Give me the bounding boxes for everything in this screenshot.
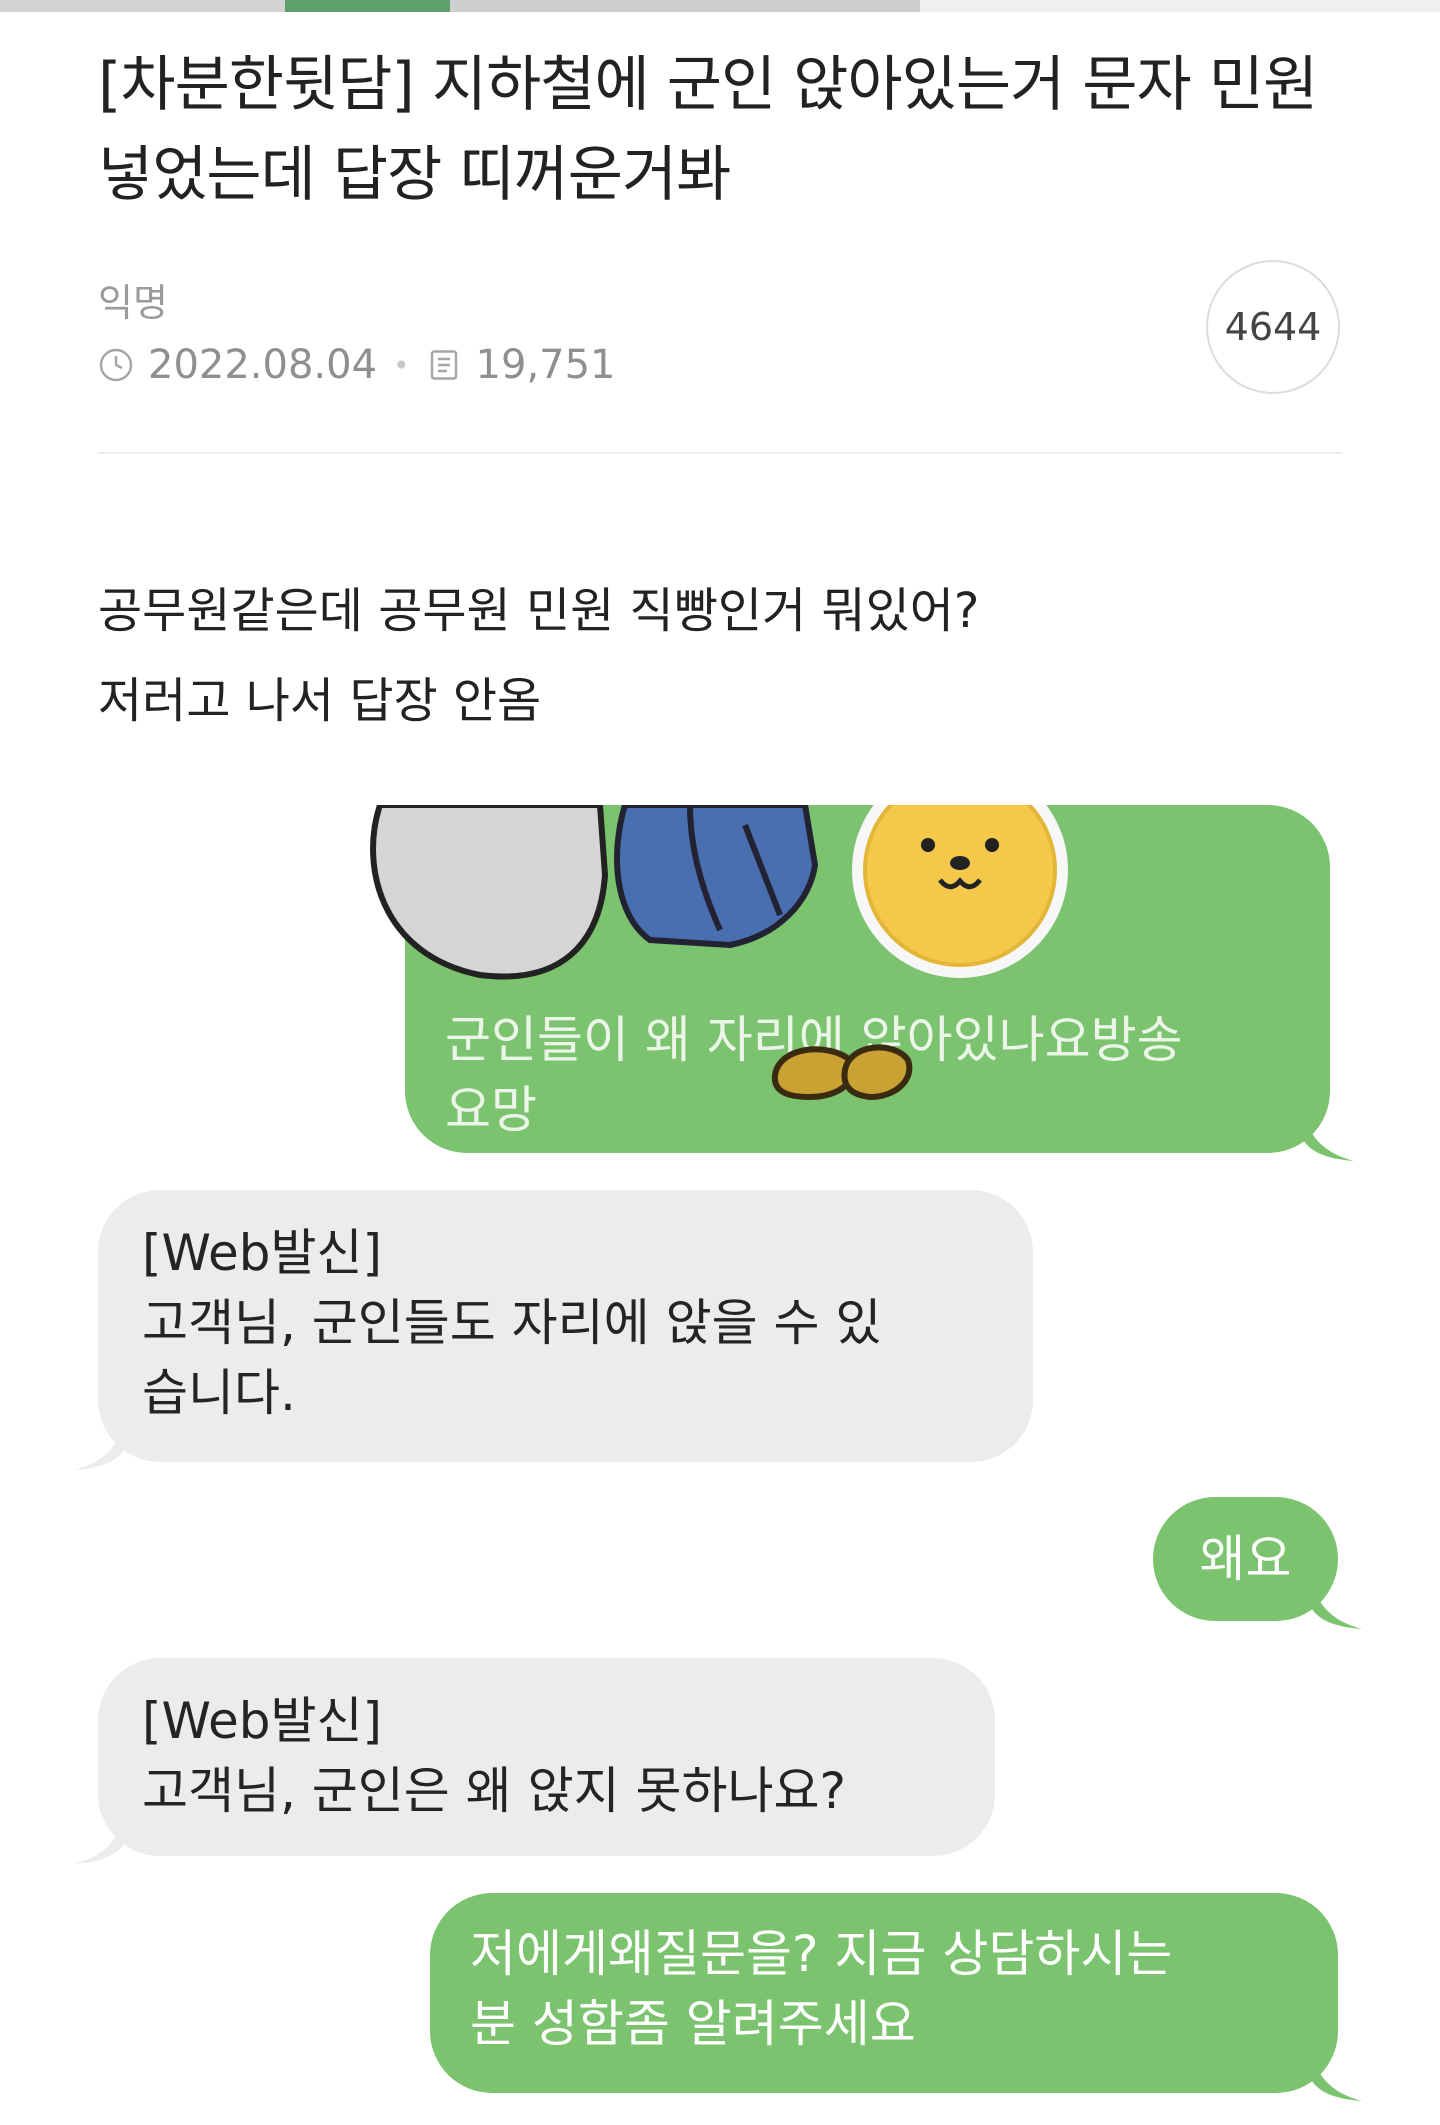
bubble-tail [1312,1585,1362,1629]
received-message-bubble: [Web발신] 고객님, 군인들도 자리에 앉을 수 있 습니다. [74,1190,1033,1470]
bubble-tail [1312,2057,1362,2101]
post-date: 2022.08.04 [148,342,378,388]
progress-segment [450,0,920,12]
divider [98,452,1342,454]
sent-message-bubble: 저에게왜질문을? 지금 상담하시는 분 성함좀 알려주세요 [430,1893,1362,2101]
progress-segment-active [285,0,450,12]
meta-separator: • [393,348,410,382]
message-line: 습니다. [142,1364,296,1422]
bubble-tail [1304,1117,1354,1161]
message-line: [Web발신] [142,1224,383,1282]
bubble-tail [74,1426,124,1470]
document-icon [430,350,457,380]
message-line: 고객님, 군인은 왜 앉지 못하나요? [142,1762,847,1820]
post-title: [차분한뒷담] 지하철에 군인 앉아있는거 문자 민원 넣었는데 답장 띠꺼운거… [98,50,1318,210]
message-line: 저에게왜질문을? 지금 상담하시는 [470,1925,1173,1983]
body-line: 공무원같은데 공무원 민원 직빵인거 뭐있어? [98,583,980,639]
comment-count-button[interactable]: 4644 [1206,260,1340,394]
post-author: 익명 [98,281,168,325]
received-message-bubble: [Web발신] 고객님, 군인은 왜 앉지 못하나요? [74,1658,995,1864]
body-line: 저러고 나서 답장 안옴 [98,673,542,729]
progress-segment [0,0,285,12]
message-line: 분 성함좀 알려주세요 [470,1995,916,2053]
message-line: 왜요 [1199,1530,1292,1588]
character-sticker-icon [370,805,1068,1101]
post-views: 19,751 [475,342,616,388]
sent-message-bubble: 왜요 [1153,1497,1362,1629]
comment-count-label: 4644 [1224,305,1322,349]
top-progress-bar [0,0,1440,12]
post-meta: 2022.08.04 • 19,751 [98,340,616,390]
message-line: 고객님, 군인들도 자리에 앉을 수 있 [142,1294,882,1352]
message-line: [Web발신] [142,1692,383,1750]
post-body: 공무원같은데 공무원 민원 직빵인거 뭐있어? 저러고 나서 답장 안옴 [98,566,1338,746]
clock-icon [99,348,133,382]
bubble-tail [74,1820,124,1864]
